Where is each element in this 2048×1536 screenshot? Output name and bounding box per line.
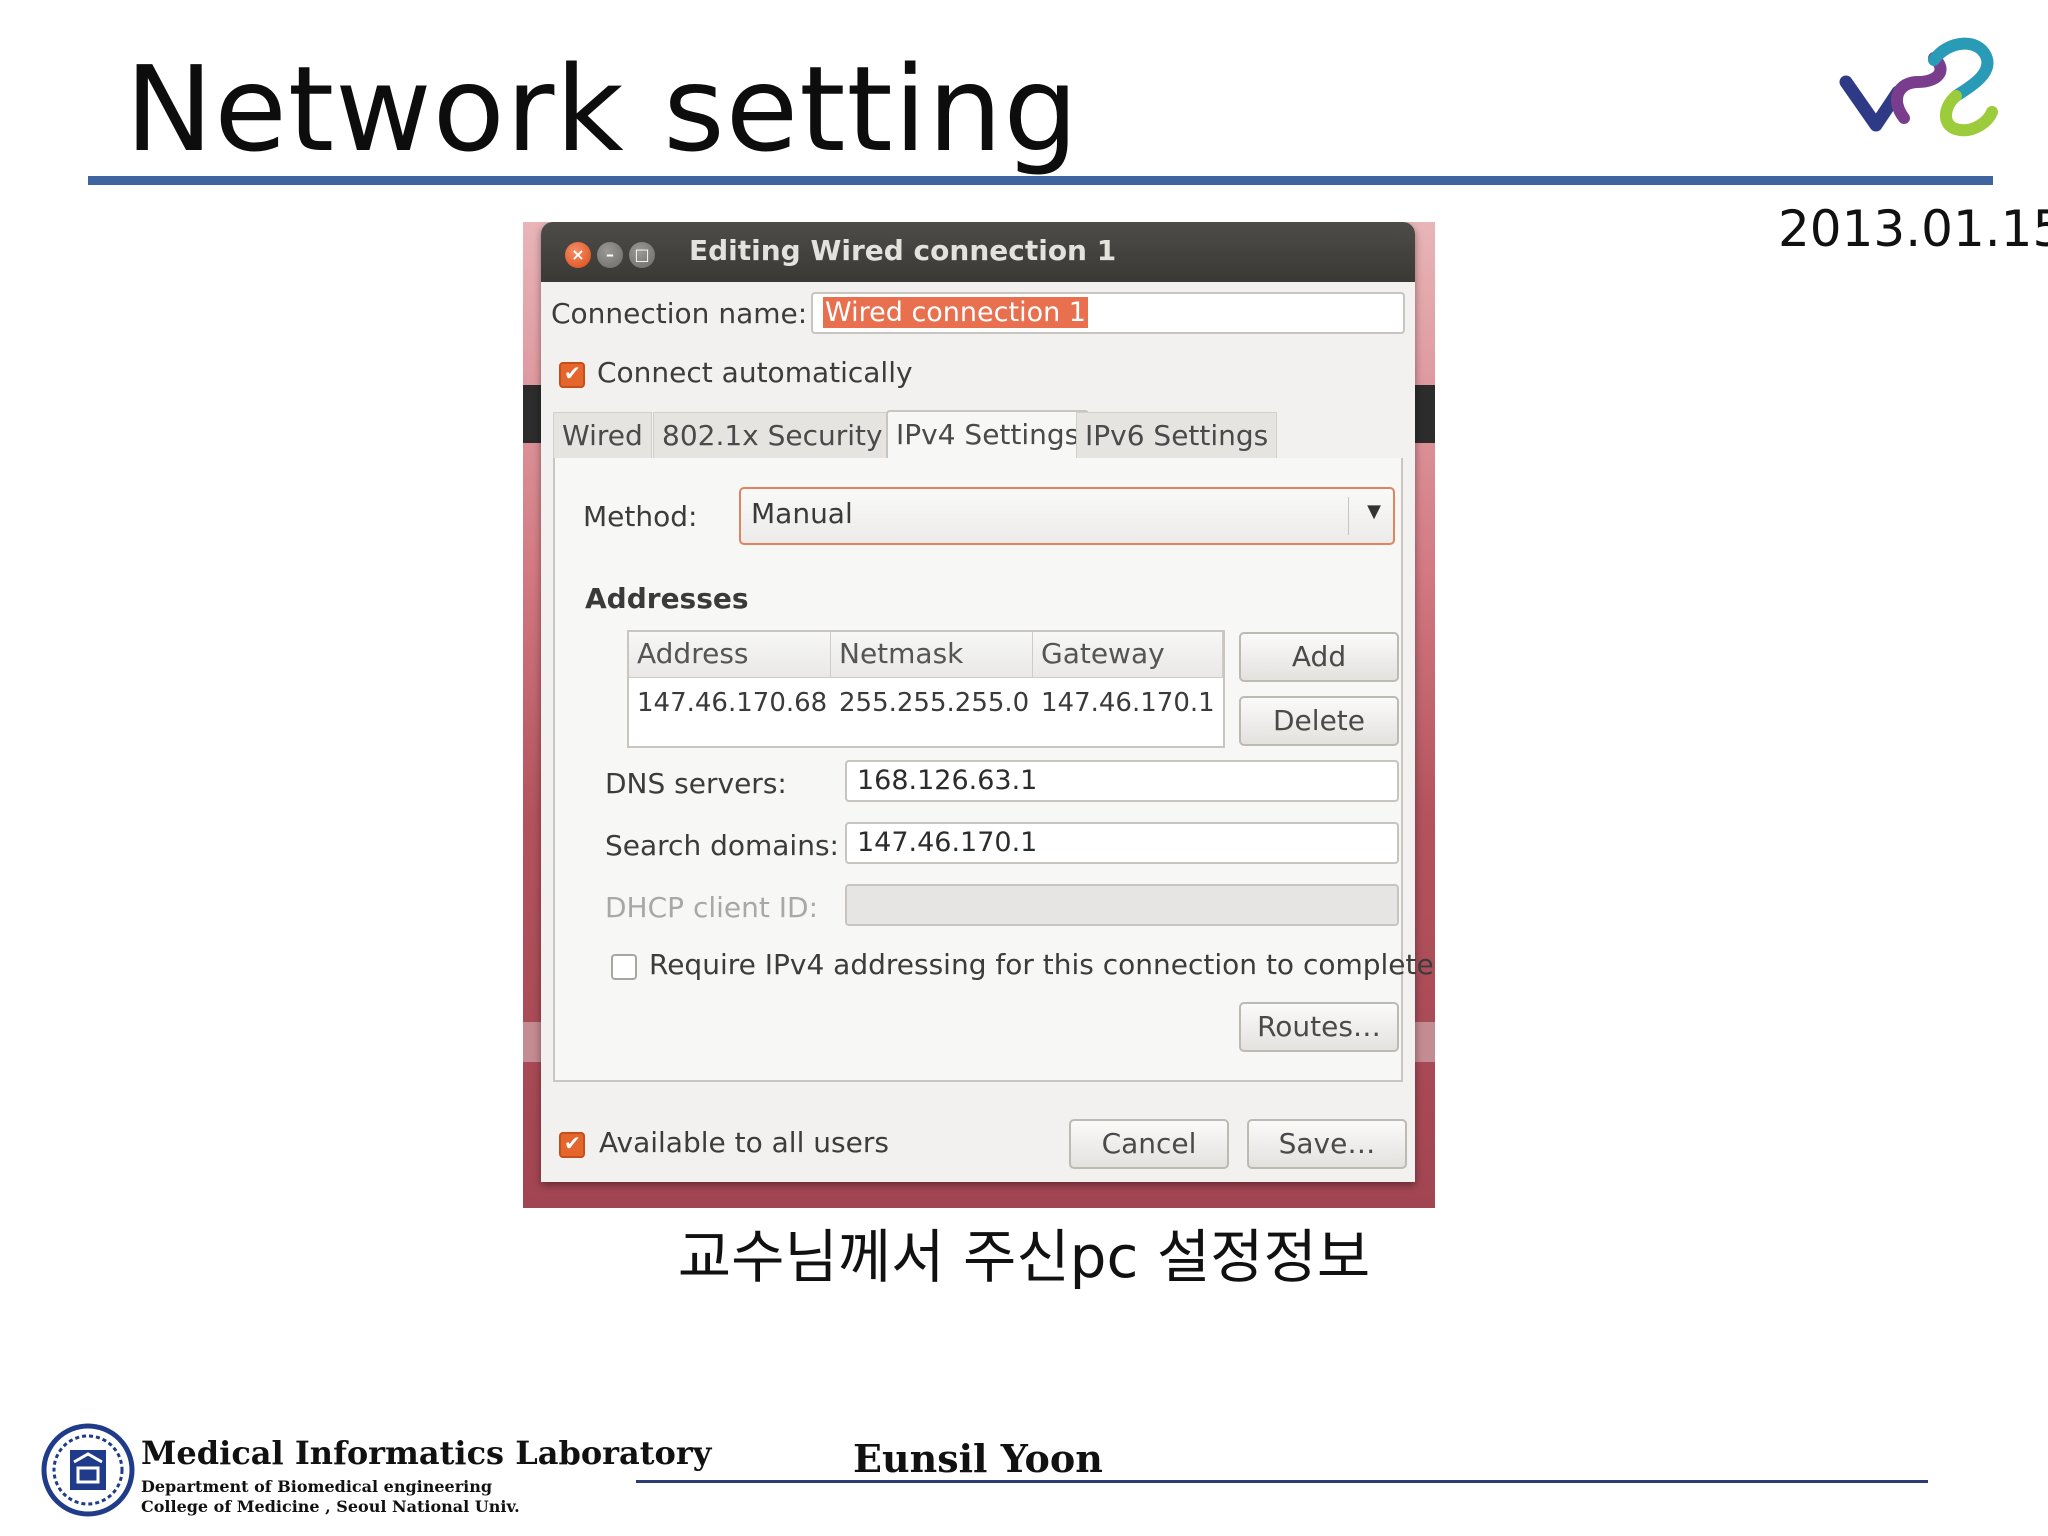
dhcp-client-id-input [845,884,1399,926]
search-domains-input[interactable]: 147.46.170.1 [845,822,1399,864]
window-titlebar: × – □ Editing Wired connection 1 [541,222,1415,282]
window-title: Editing Wired connection 1 [689,234,1117,267]
cancel-button[interactable]: Cancel [1069,1119,1229,1169]
method-value: Manual [751,497,853,530]
tab-ipv6-settings[interactable]: IPv6 Settings [1076,412,1278,459]
dns-servers-input[interactable]: 168.126.63.1 [845,760,1399,802]
connection-name-input[interactable]: Wired connection 1 [811,292,1405,334]
connect-automatically-label: Connect automatically [597,356,913,389]
slide-date: 2013.01.15 [1778,200,2048,258]
title-rule [88,176,1993,185]
author-name: Eunsil Yoon [853,1436,1103,1481]
dialog-screenshot: × – □ Editing Wired connection 1 Connect… [523,222,1435,1208]
tab-ipv4-settings[interactable]: IPv4 Settings [886,410,1090,460]
require-ipv4-checkbox[interactable] [611,954,637,980]
column-header-netmask[interactable]: Netmask [831,632,1033,678]
delete-button[interactable]: Delete [1239,696,1399,746]
available-to-all-users-label: Available to all users [599,1126,889,1159]
footer-rule [636,1480,1928,1483]
dhcp-client-id-label: DHCP client ID: [605,891,819,924]
minimize-button[interactable]: – [597,242,623,268]
connection-name-label: Connection name: [551,297,808,330]
addresses-heading: Addresses [585,582,749,615]
close-icon: × [571,245,585,264]
editing-connection-window: × – □ Editing Wired connection 1 Connect… [541,222,1434,1182]
maximize-icon: □ [634,245,650,264]
routes-button[interactable]: Routes… [1239,1002,1399,1052]
method-dropdown[interactable]: Manual ▼ [739,487,1395,545]
column-header-address[interactable]: Address [629,632,831,678]
netmask-cell[interactable]: 255.255.255.0 [839,688,1029,718]
connection-name-value: Wired connection 1 [823,297,1088,328]
available-to-all-users-checkbox[interactable] [559,1131,585,1158]
slide-caption: 교수님께서 주신pc 설정정보 [677,1223,1371,1291]
tab-802-1x-security[interactable]: 802.1x Security [653,412,892,459]
lab-logo-icon [1839,37,1998,137]
close-button[interactable]: × [565,242,591,268]
department-name: Department of Biomedical engineering [141,1477,493,1496]
address-cell[interactable]: 147.46.170.68 [637,688,827,718]
add-button[interactable]: Add [1239,632,1399,682]
lab-name: Medical Informatics Laboratory [141,1434,712,1472]
require-ipv4-label: Require IPv4 addressing for this connect… [649,948,1434,981]
search-domains-label: Search domains: [605,829,839,862]
method-label: Method: [583,500,698,533]
tab-wired[interactable]: Wired [553,412,652,459]
save-button[interactable]: Save… [1247,1119,1407,1169]
connect-automatically-checkbox[interactable] [559,361,585,388]
university-seal-icon [41,1423,135,1517]
dropdown-separator [1348,497,1349,535]
column-header-gateway[interactable]: Gateway [1033,632,1223,678]
gateway-cell[interactable]: 147.46.170.1 [1041,688,1215,718]
addresses-table[interactable]: Address Netmask Gateway 147.46.170.68 25… [627,630,1225,748]
college-name: College of Medicine , Seoul National Uni… [141,1497,520,1516]
dns-servers-label: DNS servers: [605,767,787,800]
slide-title: Network setting [125,40,1080,178]
chevron-down-icon: ▼ [1367,501,1381,522]
maximize-button[interactable]: □ [629,242,655,268]
minimize-icon: – [606,245,614,264]
